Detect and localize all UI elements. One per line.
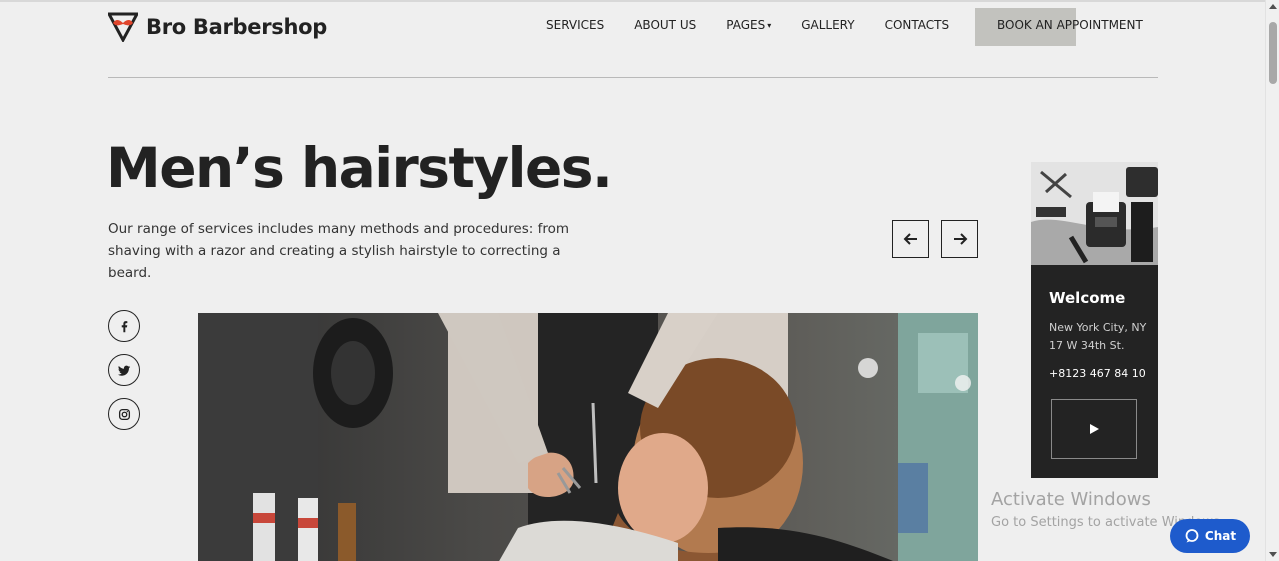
twitter-icon (117, 365, 130, 376)
barber-photo (198, 313, 978, 561)
chat-label: Chat (1204, 529, 1237, 543)
nav-services[interactable]: SERVICES (546, 18, 604, 32)
barber-tools-illustration (1031, 162, 1158, 265)
social-twitter-link[interactable] (108, 354, 140, 386)
nav-pages-label: PAGES (726, 18, 766, 32)
brand-name: Bro Barbershop (146, 15, 327, 39)
social-instagram-link[interactable] (108, 398, 140, 430)
brand-logo[interactable]: Bro Barbershop (108, 12, 327, 42)
scrollbar-thumb[interactable] (1269, 22, 1277, 84)
scroll-up-icon[interactable] (1269, 4, 1277, 9)
tools-photo (1031, 162, 1158, 265)
welcome-card: Welcome New York City, NY 17 W 34th St. … (1031, 265, 1158, 478)
hero-description: Our range of services includes many meth… (108, 221, 569, 281)
hero-title: Men’s hairstyles. (106, 136, 613, 200)
play-video-button[interactable] (1051, 399, 1137, 459)
social-facebook-link[interactable] (108, 310, 140, 342)
instagram-icon (118, 408, 130, 420)
header-divider (108, 77, 1158, 78)
welcome-title: Welcome (1049, 289, 1126, 307)
page: Bro Barbershop SERVICES ABOUT US PAGES ▾ … (0, 0, 1265, 561)
page-scrollbar[interactable] (1265, 0, 1279, 561)
chat-bubble-icon (1185, 529, 1199, 543)
chat-button[interactable]: Chat (1170, 519, 1250, 553)
nav-about-us[interactable]: ABOUT US (634, 18, 696, 32)
slider-prev-button[interactable] (892, 220, 929, 258)
scroll-down-icon[interactable] (1269, 552, 1277, 557)
facebook-icon (121, 320, 127, 332)
nav-contacts[interactable]: CONTACTS (885, 18, 950, 32)
nav-pages[interactable]: PAGES ▾ (726, 18, 771, 32)
slider-next-button[interactable] (941, 220, 978, 258)
address-text: New York City, NY 17 W 34th St. (1049, 321, 1147, 352)
arrow-left-icon (903, 233, 917, 245)
phone-number[interactable]: +8123 467 84 10 (1049, 367, 1146, 380)
nav-gallery[interactable]: GALLERY (801, 18, 854, 32)
mustache-logo-icon (108, 12, 138, 42)
play-icon (1090, 424, 1099, 434)
main-nav: SERVICES ABOUT US PAGES ▾ GALLERY CONTACT… (546, 18, 979, 32)
windows-activation-title: Activate Windows (991, 489, 1151, 510)
barber-photo-illustration (198, 313, 978, 561)
book-appointment-button[interactable]: BOOK AN APPOINTMENT (997, 18, 1143, 32)
arrow-right-icon (953, 233, 967, 245)
caret-down-icon: ▾ (767, 21, 772, 30)
